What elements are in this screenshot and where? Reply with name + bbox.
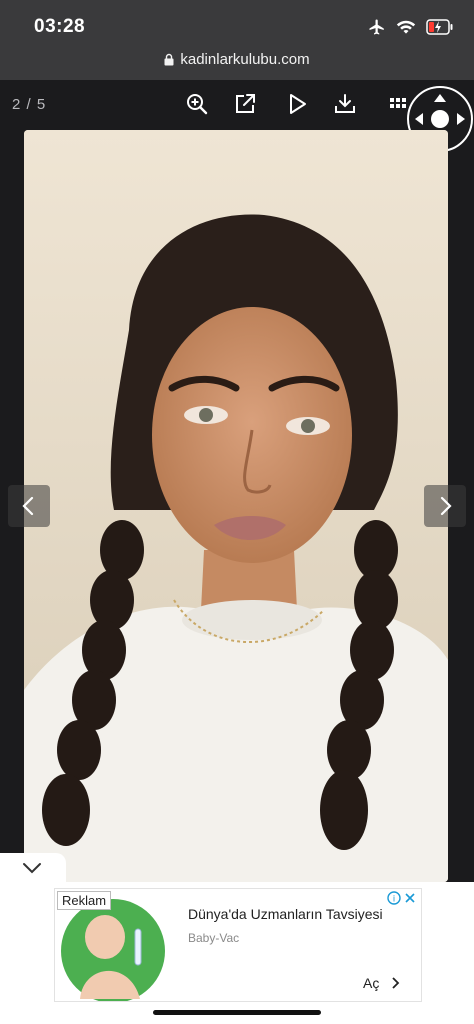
- ad-badge: Reklam: [57, 891, 112, 910]
- chevron-right-icon: [440, 496, 452, 516]
- ad-advertiser: Baby-Vac: [188, 931, 240, 945]
- status-time: 03:28: [34, 16, 86, 37]
- image-counter: 2 / 5: [12, 96, 47, 113]
- ad-title[interactable]: Dünya'da Uzmanların Tavsiyesi: [188, 906, 383, 922]
- lock-icon: [164, 53, 174, 66]
- ad-collapse-button[interactable]: [0, 853, 66, 883]
- chevron-left-icon: [22, 496, 34, 516]
- url-display[interactable]: kadinlarkulubu.com: [0, 51, 474, 68]
- chevron-down-icon: [23, 863, 41, 874]
- download-icon[interactable]: [333, 92, 357, 116]
- ad-open-label: Aç: [363, 975, 380, 991]
- play-icon[interactable]: [285, 92, 309, 116]
- status-bar: 03:28: [0, 0, 474, 46]
- chevron-right-icon: [392, 977, 400, 989]
- status-icons: [368, 18, 454, 36]
- address-bar[interactable]: kadinlarkulubu.com: [0, 46, 474, 80]
- home-indicator[interactable]: [153, 1010, 321, 1015]
- ad-info-close-icon[interactable]: i: [387, 891, 417, 905]
- wifi-icon: [396, 20, 416, 34]
- airplane-icon: [369, 19, 384, 35]
- battery-low-charging-icon: [426, 19, 453, 35]
- zoom-in-icon[interactable]: [185, 92, 209, 116]
- previous-image-button[interactable]: [8, 485, 50, 527]
- ad-open-button[interactable]: Aç: [363, 975, 401, 991]
- svg-text:i: i: [393, 894, 395, 904]
- url-text: kadinlarkulubu.com: [180, 51, 310, 68]
- next-image-button[interactable]: [424, 485, 466, 527]
- viewer-toolbar: 2 / 5: [0, 80, 474, 128]
- open-external-icon[interactable]: [233, 92, 257, 116]
- gallery-image[interactable]: [24, 130, 448, 882]
- portrait-image: [24, 130, 448, 882]
